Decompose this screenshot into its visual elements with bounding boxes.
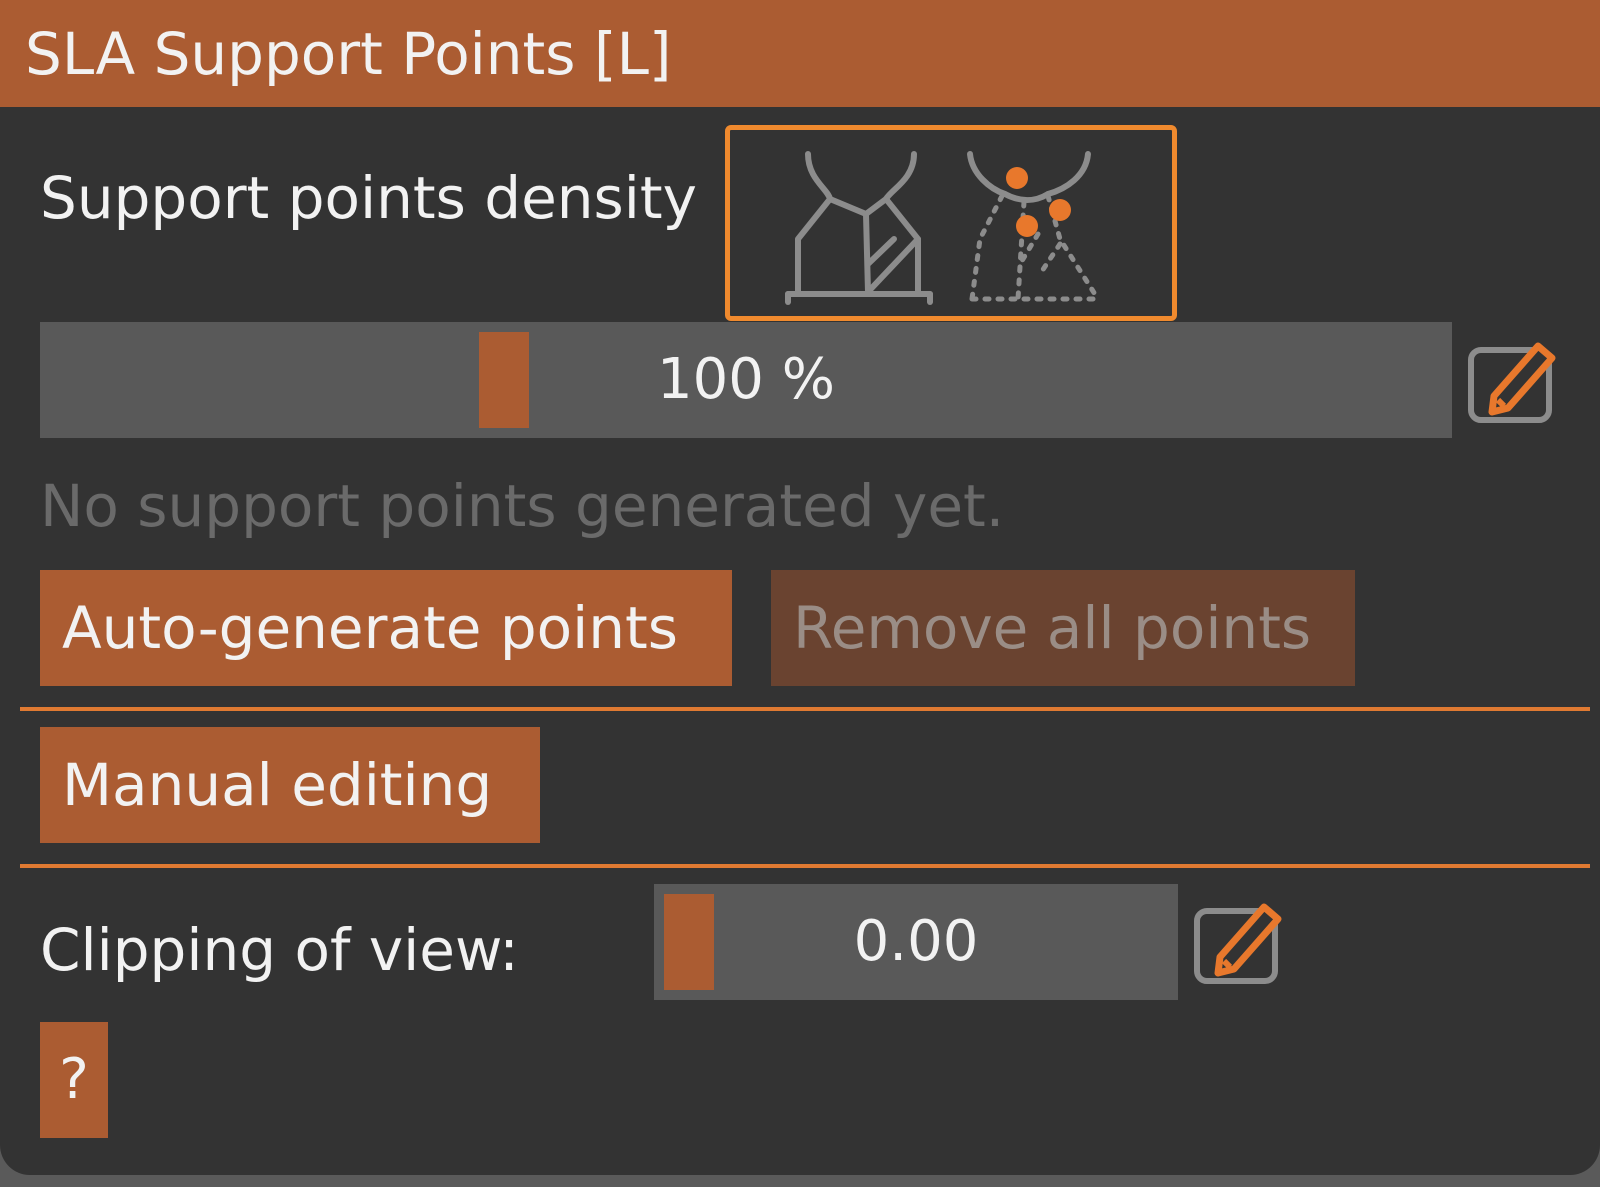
pencil-edit-icon: [1194, 903, 1282, 984]
support-density-label: Support points density: [40, 164, 697, 232]
remove-all-points-button[interactable]: Remove all points: [771, 570, 1355, 686]
auto-generate-button[interactable]: Auto-generate points: [40, 570, 732, 686]
panel-title: SLA Support Points [L]: [25, 20, 672, 88]
support-density-low-button[interactable]: [768, 144, 948, 314]
density-edit-button[interactable]: [1466, 332, 1556, 428]
clipping-edit-button[interactable]: [1192, 893, 1282, 989]
manual-editing-button[interactable]: Manual editing: [40, 727, 540, 843]
panel-titlebar[interactable]: SLA Support Points [L]: [0, 0, 1600, 107]
support-density-icon-group: [725, 125, 1177, 321]
pencil-edit-icon: [1468, 342, 1556, 423]
support-density-slider[interactable]: 100 %: [40, 322, 1452, 438]
separator: [20, 707, 1590, 711]
clipping-value: 0.00: [853, 909, 979, 974]
sla-support-points-panel: SLA Support Points [L] Support points de…: [0, 0, 1600, 1175]
help-button[interactable]: ?: [40, 1022, 108, 1138]
status-message: No support points generated yet.: [40, 472, 1005, 540]
support-density-high-icon: [967, 151, 1103, 302]
separator: [20, 864, 1590, 868]
clipping-label: Clipping of view:: [40, 916, 519, 984]
support-density-low-icon: [785, 151, 933, 305]
support-density-high-button[interactable]: [960, 144, 1140, 314]
support-density-value: 100 %: [657, 347, 835, 412]
clipping-slider[interactable]: 0.00: [654, 884, 1178, 1000]
